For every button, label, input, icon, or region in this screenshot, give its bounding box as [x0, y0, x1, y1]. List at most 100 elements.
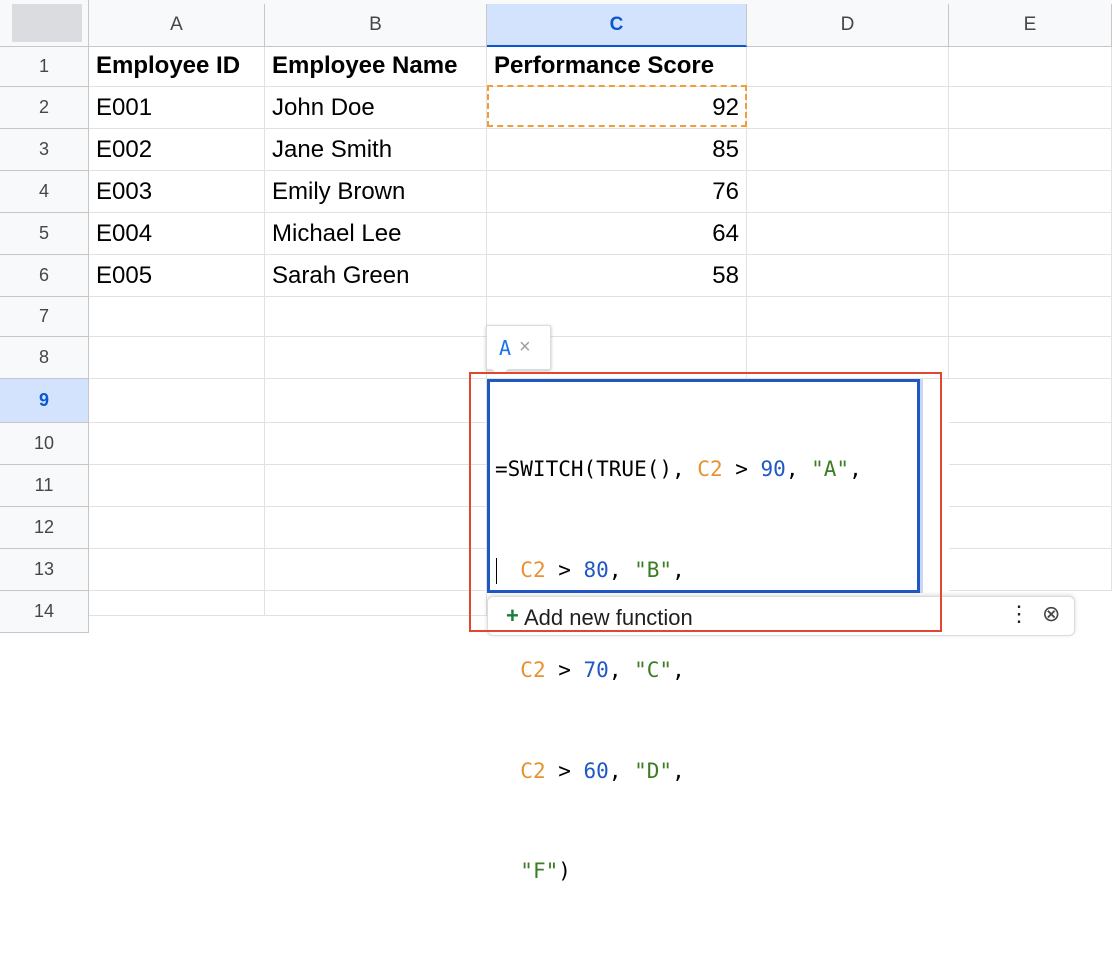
formula-indent: [495, 658, 520, 682]
cell-e10[interactable]: [949, 423, 1112, 465]
cell-employee-name[interactable]: Emily Brown: [265, 171, 487, 213]
cell-b8[interactable]: [265, 337, 487, 379]
cell-employee-name[interactable]: Jane Smith: [265, 129, 487, 171]
formula-string: "F": [520, 859, 559, 883]
cell-b12[interactable]: [265, 507, 487, 549]
cell-b9[interactable]: [265, 379, 487, 423]
select-all-corner[interactable]: [0, 0, 89, 47]
cell-performance-score[interactable]: 58: [487, 255, 747, 297]
formula-line-3: C2 > 70, "C",: [495, 654, 917, 688]
cell-d4[interactable]: [747, 171, 949, 213]
formula-separator: ,: [608, 758, 635, 783]
cell-employee-id[interactable]: E002: [89, 129, 265, 171]
copy-marquee: [487, 85, 747, 127]
cell-e5[interactable]: [949, 213, 1112, 255]
cell-a7[interactable]: [89, 297, 265, 337]
cell-performance-score[interactable]: 76: [487, 171, 747, 213]
row-header-11[interactable]: 11: [0, 465, 89, 507]
row-header-8[interactable]: 8: [0, 337, 89, 379]
cell-e1[interactable]: [949, 47, 1112, 87]
formula-separator: ,: [672, 658, 685, 682]
close-circle-icon[interactable]: ⊗: [1042, 601, 1060, 627]
cell-d5[interactable]: [747, 213, 949, 255]
formula-number: 70: [583, 658, 609, 682]
cell-a13[interactable]: [89, 549, 265, 591]
formula-separator: ,: [672, 758, 685, 783]
formula-result-preview[interactable]: A ×: [486, 325, 551, 370]
cell-b13[interactable]: [265, 549, 487, 591]
cell-employee-id[interactable]: E005: [89, 255, 265, 297]
row-header-6[interactable]: 6: [0, 255, 89, 297]
row-header-7[interactable]: 7: [0, 297, 89, 337]
formula-number: 60: [583, 758, 609, 783]
row-header-13[interactable]: 13: [0, 549, 89, 591]
cell-e8[interactable]: [949, 337, 1112, 379]
header-cell-employee-name[interactable]: Employee Name: [265, 47, 487, 87]
cell-a9[interactable]: [89, 379, 265, 423]
cell-a12[interactable]: [89, 507, 265, 549]
cell-a10[interactable]: [89, 423, 265, 465]
column-header-d[interactable]: D: [747, 4, 949, 47]
cell-b14[interactable]: [265, 591, 487, 616]
cell-employee-name[interactable]: Sarah Green: [265, 255, 487, 297]
cell-performance-score[interactable]: 85: [487, 129, 747, 171]
formula-separator: ,: [608, 658, 635, 682]
preview-value: A: [499, 335, 512, 360]
cell-e11[interactable]: [949, 465, 1112, 507]
formula-closing-paren: ): [558, 859, 571, 883]
more-options-icon[interactable]: ⋮: [1008, 601, 1030, 627]
column-header-c[interactable]: C: [487, 4, 747, 47]
close-icon[interactable]: ×: [519, 336, 531, 359]
row-header-5[interactable]: 5: [0, 213, 89, 255]
formula-line-5: "F"): [495, 855, 917, 889]
cell-e12[interactable]: [949, 507, 1112, 549]
cell-d2[interactable]: [747, 87, 949, 129]
cell-d7[interactable]: [747, 297, 949, 337]
row-header-12[interactable]: 12: [0, 507, 89, 549]
cell-performance-score[interactable]: 64: [487, 213, 747, 255]
column-header-b[interactable]: B: [265, 4, 487, 47]
cell-employee-name[interactable]: Michael Lee: [265, 213, 487, 255]
cell-a8[interactable]: [89, 337, 265, 379]
cell-e3[interactable]: [949, 129, 1112, 171]
cell-e2[interactable]: [949, 87, 1112, 129]
cell-b10[interactable]: [265, 423, 487, 465]
formula-operator: >: [545, 658, 584, 682]
cell-d3[interactable]: [747, 129, 949, 171]
header-cell-employee-id[interactable]: Employee ID: [89, 47, 265, 87]
cell-a11[interactable]: [89, 465, 265, 507]
formula-cell-ref: C2: [520, 658, 546, 682]
cell-a14[interactable]: [89, 591, 265, 616]
formula-line-4: C2 > 60, "D",: [495, 755, 917, 789]
formula-cell-ref: C2: [520, 758, 546, 783]
cell-b11[interactable]: [265, 465, 487, 507]
header-cell-performance-score[interactable]: Performance Score: [487, 47, 747, 87]
row-header-14[interactable]: 14: [0, 591, 89, 633]
cell-b7[interactable]: [265, 297, 487, 337]
corner-shade: [12, 4, 82, 42]
formula-indent: [495, 759, 520, 783]
row-header-9[interactable]: 9: [0, 379, 89, 423]
column-header-a[interactable]: A: [89, 4, 265, 47]
cell-employee-id[interactable]: E004: [89, 213, 265, 255]
formula-operator: >: [545, 758, 584, 783]
cell-e7[interactable]: [949, 297, 1112, 337]
cell-employee-id[interactable]: E001: [89, 87, 265, 129]
formula-string: "C": [634, 658, 673, 682]
cell-e9[interactable]: [949, 379, 1112, 423]
cell-e4[interactable]: [949, 171, 1112, 213]
formula-string: "D": [634, 758, 673, 783]
cell-d1[interactable]: [747, 47, 949, 87]
column-header-e[interactable]: E: [949, 4, 1112, 47]
cell-e6[interactable]: [949, 255, 1112, 297]
row-header-10[interactable]: 10: [0, 423, 89, 465]
cell-employee-name[interactable]: John Doe: [265, 87, 487, 129]
formula-indent: [495, 859, 520, 883]
row-header-3[interactable]: 3: [0, 129, 89, 171]
cell-employee-id[interactable]: E003: [89, 171, 265, 213]
row-header-4[interactable]: 4: [0, 171, 89, 213]
row-header-1[interactable]: 1: [0, 47, 89, 87]
cell-e13[interactable]: [949, 549, 1112, 591]
row-header-2[interactable]: 2: [0, 87, 89, 129]
cell-d6[interactable]: [747, 255, 949, 297]
